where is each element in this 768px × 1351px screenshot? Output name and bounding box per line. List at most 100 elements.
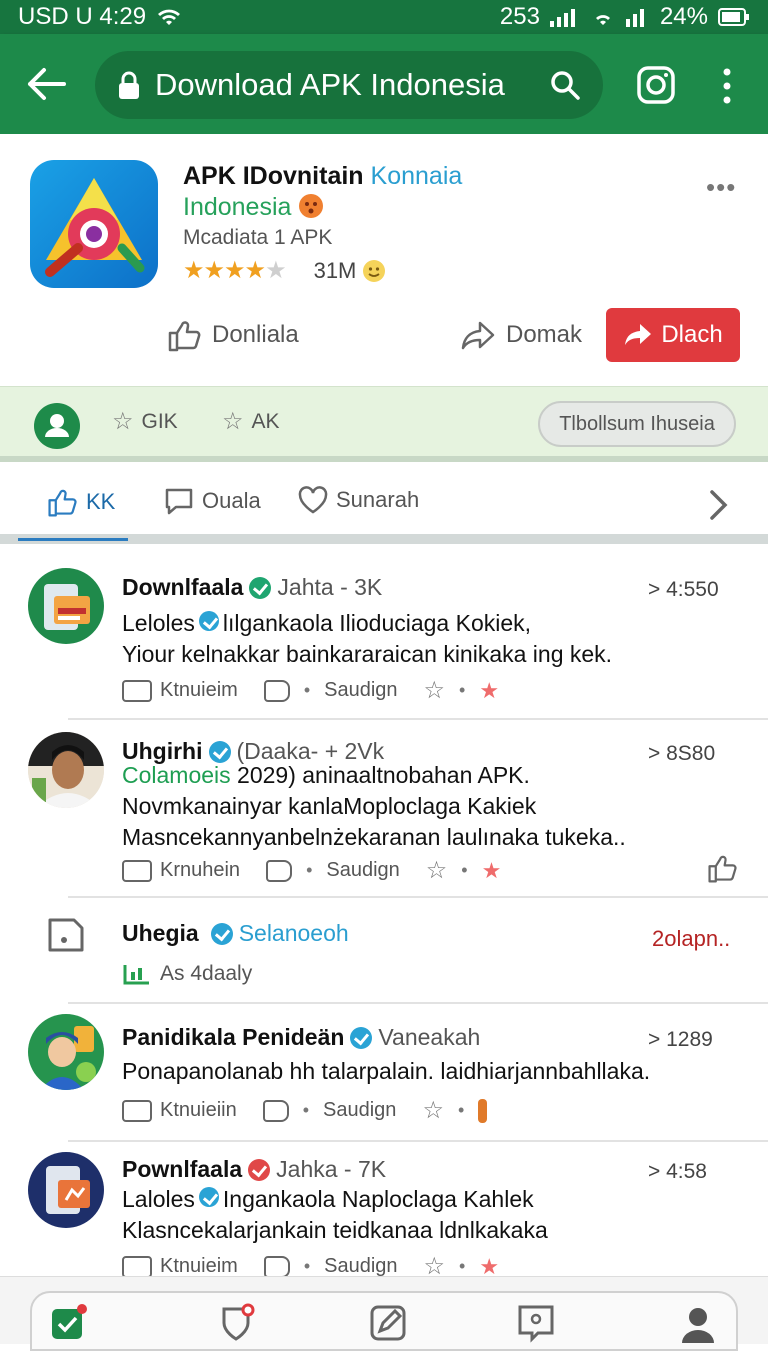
thumbs-up-icon[interactable]	[706, 852, 738, 884]
edit-icon[interactable]	[368, 1303, 408, 1343]
app-title-accent[interactable]: Konnaia	[371, 162, 463, 190]
tag-icon	[263, 679, 290, 702]
post-author[interactable]: Uhegia Selanoeoh	[122, 920, 349, 947]
save-action[interactable]: • Saudign	[262, 1099, 396, 1122]
tab-ouala[interactable]: Ouala	[164, 486, 261, 516]
save-action[interactable]: • Saudign	[263, 679, 398, 702]
search-icon[interactable]	[549, 69, 581, 101]
tab-sunarah[interactable]: Sunarah	[298, 486, 419, 514]
url-bar[interactable]: Download APK Indonesia	[95, 51, 603, 119]
post-author[interactable]: Downlfaala Jahta - 3K	[122, 574, 382, 601]
thumbs-up-icon	[168, 321, 201, 352]
app-meta: Mcadiata 1 APK	[183, 226, 333, 249]
verified-badge-icon	[198, 1187, 219, 1207]
star-outline-icon: ☆	[112, 408, 134, 435]
feed-item[interactable]: Uhegia Selanoeoh 2olapn.. As 4daaly	[0, 898, 768, 1004]
feed-item[interactable]: Pownlfaala Jahka - 7K > 4:58 Laloles Inga…	[0, 1142, 768, 1280]
post-count: > 1289	[648, 1028, 713, 1051]
star-outline-icon: ☆	[423, 677, 446, 704]
post-author[interactable]: Pownlfaala Jahka - 7K	[122, 1156, 386, 1183]
app-subtitle: Indonesia	[183, 193, 324, 222]
battery-icon	[718, 8, 749, 26]
post-line-1b: lılgankaola Ilioduciaga Kokiek,	[222, 610, 532, 636]
star-filled-icon: ★	[479, 677, 500, 703]
post-sub: As 4daaly	[122, 962, 252, 986]
star-action[interactable]: ☆ •	[422, 1096, 488, 1125]
avatar	[28, 568, 104, 644]
post-author-name: Uhegia	[122, 920, 199, 946]
star-action[interactable]: ☆ • ★	[426, 856, 502, 885]
bookmark-icon	[478, 1098, 488, 1123]
app-header: APK IDovnitain Konnaia Indonesia Mcadiat…	[0, 134, 768, 384]
save-action-label: Saudign	[324, 679, 398, 701]
action-band: ☆ GIK ☆ AK Tlbollsum Ihuseia	[0, 386, 768, 462]
chip-star-1[interactable]: ☆ GIK	[112, 407, 178, 436]
star-empty-icon: ★	[265, 257, 286, 284]
post-meta: Selanoeoh	[238, 920, 349, 946]
save-action-label: Saudign	[326, 859, 400, 881]
star-outline-icon: ☆	[222, 408, 244, 435]
feed-item[interactable]: Panidikala Penideän Vaneakah > 1289 Pona…	[0, 1004, 768, 1142]
comment-action-label: Ktnuieim	[160, 1255, 238, 1277]
primary-action-button[interactable]: Dlach	[606, 308, 740, 362]
star-filled-icon: ★	[224, 257, 245, 284]
share-app-button[interactable]: Domak	[460, 308, 582, 362]
message-icon[interactable]	[516, 1303, 556, 1343]
avatar	[28, 1152, 104, 1228]
comment-action[interactable]: Krnuhein	[122, 859, 240, 882]
home-check-icon[interactable]	[48, 1303, 88, 1343]
comment-action-label: Ktnuieim	[160, 679, 238, 701]
filter-pill[interactable]: Tlbollsum Ihuseia	[538, 401, 736, 447]
note-icon	[48, 918, 84, 952]
app-title-main: APK IDovnitain	[183, 162, 364, 190]
verified-badge-icon	[249, 576, 272, 599]
post-meta: Jahka - 7K	[276, 1156, 387, 1182]
comment-box-icon	[122, 1099, 152, 1122]
forward-arrow-icon	[625, 324, 652, 345]
feed-item[interactable]: Uhgirhi (Daaka- + 2Vk > 8S80 Colamoeis 2…	[0, 720, 768, 898]
more-vert-icon[interactable]	[720, 66, 734, 106]
tag-icon	[263, 1255, 290, 1278]
star-filled-icon: ★	[183, 257, 204, 284]
signal-icon	[625, 9, 644, 27]
status-battery-text: 24%	[659, 3, 708, 30]
post-author[interactable]: Panidikala Penideän Vaneakah	[122, 1024, 480, 1051]
post-line-1b: Ingankaola Naploclaga Kahlek	[222, 1186, 534, 1212]
post-line-2: Novmkanainyar kanlaMoploclaga Kakiek	[122, 793, 537, 819]
share-arrow-icon	[461, 321, 495, 350]
bottom-nav	[0, 1276, 768, 1351]
shield-notification-icon[interactable]	[218, 1303, 258, 1343]
comment-icon	[165, 488, 193, 515]
profile-icon[interactable]	[678, 1303, 718, 1343]
more-horiz-icon[interactable]: •••	[706, 172, 736, 203]
post-actions: Krnuhein • Saudign ☆ • ★	[122, 856, 527, 885]
comment-action[interactable]: Ktnuieim	[122, 1255, 238, 1278]
star-action[interactable]: ☆ • ★	[424, 676, 500, 705]
comment-box-icon	[122, 859, 152, 882]
comment-box-icon	[122, 1255, 152, 1278]
comment-action[interactable]: Ktnuieiin	[122, 1099, 237, 1122]
chevron-right-icon[interactable]	[704, 488, 732, 522]
post-line-2: Yiour kelnakkar bainkararaican kinikaka …	[122, 641, 613, 667]
chip-star-2[interactable]: ☆ AK	[222, 407, 280, 436]
star-filled-icon: ★	[203, 257, 225, 284]
lock-icon	[119, 71, 139, 99]
star-outline-icon: ☆	[425, 857, 448, 884]
post-right-text: 2olapn..	[652, 926, 731, 951]
chart-icon	[123, 965, 149, 985]
comment-action[interactable]: Ktnuieim	[122, 679, 238, 702]
post-meta: Vaneakah	[378, 1024, 481, 1050]
back-arrow-icon[interactable]	[24, 62, 68, 106]
wifi-icon	[595, 15, 610, 25]
save-action[interactable]: • Saudign	[266, 859, 400, 882]
feed-item[interactable]: Downlfaala Jahta - 3K > 4:550 Leloles lıl…	[0, 554, 768, 720]
status-time: 253	[499, 3, 540, 30]
post-count: > 4:550	[648, 578, 719, 601]
like-app-button[interactable]: Donliala	[166, 308, 299, 362]
save-action[interactable]: • Saudign	[263, 1255, 398, 1278]
profile-avatar-icon[interactable]	[34, 403, 80, 449]
tab-kk[interactable]: KK	[46, 486, 115, 518]
instagram-icon[interactable]	[636, 65, 676, 105]
post-text: Leloles lılgankaola Ilioduciaga Kokiek, Y…	[122, 608, 612, 670]
avatar	[28, 1014, 104, 1090]
